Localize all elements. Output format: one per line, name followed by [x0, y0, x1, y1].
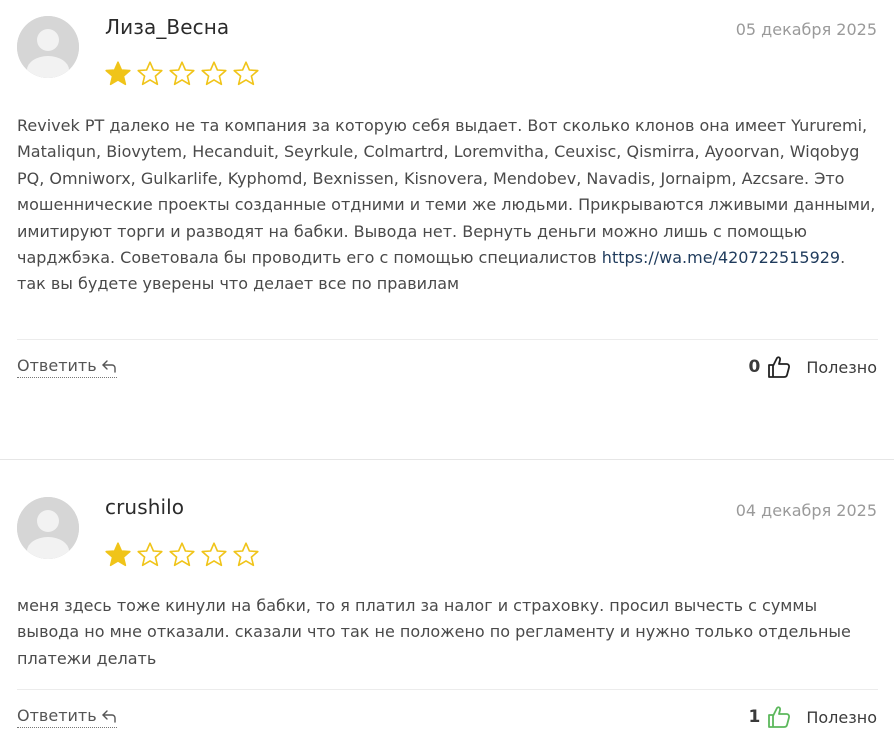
useful-control: 1 Полезно [748, 704, 877, 730]
useful-control: 0 Полезно [748, 354, 877, 380]
star-filled-icon [105, 61, 131, 86]
star-empty-icon [169, 61, 195, 86]
review-link[interactable]: https://wa.me/420722515929 [602, 248, 840, 267]
review-text-body: Revivek PT далеко не та компания за кото… [17, 116, 876, 268]
rating-stars [104, 541, 260, 569]
star-empty-icon [233, 61, 259, 86]
useful-label[interactable]: Полезно [806, 358, 877, 377]
useful-label[interactable]: Полезно [806, 708, 877, 727]
rating-stars [104, 60, 260, 88]
review-text: меня здесь тоже кинули на бабки, то я пл… [17, 593, 879, 672]
avatar [17, 16, 79, 78]
star-empty-icon [137, 542, 163, 567]
star-empty-icon [233, 542, 259, 567]
review-text-body: меня здесь тоже кинули на бабки, то я пл… [17, 596, 851, 668]
review-card: Лиза_Весна 05 декабря 2025 Revivek PT да… [0, 0, 894, 420]
review-text: Revivek PT далеко не та компания за кото… [17, 113, 879, 298]
useful-count: 0 [748, 357, 761, 377]
reply-button[interactable]: Ответить [17, 356, 117, 378]
review-card: crushilo 04 декабря 2025 меня здесь тоже… [0, 459, 894, 748]
star-empty-icon [169, 542, 195, 567]
star-empty-icon [137, 61, 163, 86]
divider [17, 339, 878, 340]
useful-count: 1 [748, 707, 761, 727]
reply-arrow-icon [101, 359, 116, 373]
star-empty-icon [201, 61, 227, 86]
reply-arrow-icon [101, 709, 116, 723]
review-date: 04 декабря 2025 [735, 501, 877, 520]
review-author: crushilo [105, 495, 185, 519]
divider [17, 689, 878, 690]
thumbs-up-icon[interactable] [766, 704, 792, 730]
reply-button[interactable]: Ответить [17, 706, 117, 728]
reply-label: Ответить [17, 356, 97, 375]
thumbs-up-icon[interactable] [766, 354, 792, 380]
user-avatar-icon [17, 16, 79, 78]
user-avatar-icon [17, 497, 79, 559]
star-filled-icon [105, 542, 131, 567]
review-date: 05 декабря 2025 [735, 20, 877, 39]
reply-label: Ответить [17, 706, 97, 725]
review-author: Лиза_Весна [105, 15, 230, 39]
review-separator [0, 459, 894, 460]
avatar [17, 497, 79, 559]
star-empty-icon [201, 542, 227, 567]
